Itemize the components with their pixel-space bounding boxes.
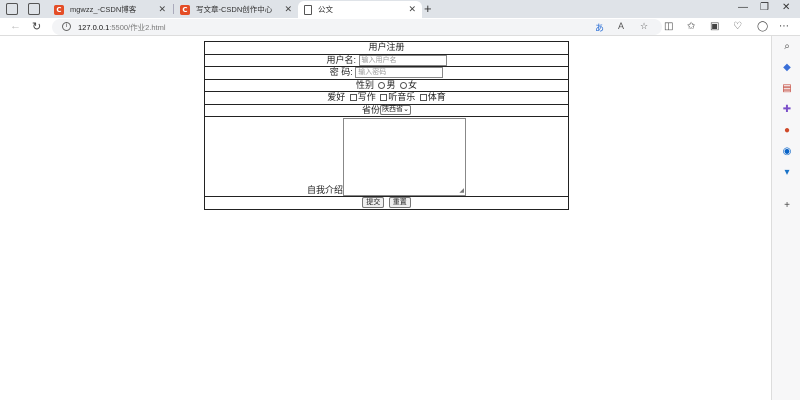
intro-textarea[interactable]: ◢ [343,118,466,196]
translate-icon[interactable]: あ [595,21,604,34]
add-icon[interactable]: + [781,200,793,212]
toolbox-icon[interactable]: ▤ [781,83,793,95]
form-row: 密 码: 输入密码 [204,66,569,80]
csdn-favicon-icon: C [54,4,64,15]
password-input[interactable]: 输入密码 [355,67,444,79]
page-content: 用户注册 用户名: 输入用户名 密 码: 输入密码 性别 男 女 爱好 写作 听… [0,37,771,400]
tools-icon[interactable]: ▾ [781,167,793,179]
form-title: 用户注册 [204,41,569,55]
read-aloud-icon[interactable]: A [618,21,624,31]
form-row: 性别 男 女 [204,78,569,92]
gender-female-radio[interactable] [400,81,408,89]
favorite-star-icon[interactable]: ☆ [640,21,648,32]
url-text[interactable]: 127.0.0.1:5500/作业2.html [78,22,166,33]
split-screen-icon[interactable]: ◫ [664,21,673,32]
more-menu-icon[interactable]: ⋯ [779,21,789,32]
minimize-icon[interactable]: — [738,2,748,13]
title-bar: C mgwzz_-CSDN博客 ✕ C 写文章-CSDN创作中心 ✕ 公文 ✕ … [0,0,800,18]
submit-button[interactable]: 提交 [362,197,385,209]
games-icon[interactable]: ✚ [781,104,793,116]
hobby-writing-checkbox[interactable] [349,94,357,102]
profile-icon[interactable]: ◯ [757,21,768,32]
hobby-sports-label: 体育 [427,92,446,103]
province-label: 省份 [362,104,381,115]
chevron-down-icon: ⌄ [403,106,409,114]
form-row: 用户名: 输入用户名 [204,53,569,67]
tab-title: 公文 [318,5,333,14]
refresh-icon[interactable]: ↻ [32,20,41,33]
address-bar[interactable]: i 127.0.0.1:5500/作业2.html あ A ☆ [52,19,662,35]
form-row: 省份 陕西省⌄ [204,103,569,117]
office-icon[interactable]: ● [781,125,793,137]
form-row: 爱好 写作 听音乐 体育 [204,91,569,105]
outlook-icon[interactable]: ◉ [781,146,793,158]
csdn-favicon-icon: C [180,4,190,15]
search-icon[interactable]: ⌕ [781,41,793,53]
browser-essentials-icon[interactable]: ♡ [733,21,742,32]
edge-sidebar: ⌕ ◆ ▤ ✚ ● ◉ ▾ + [771,36,800,400]
tab-csdn-blog[interactable]: C mgwzz_-CSDN博客 ✕ [48,1,172,18]
province-select[interactable]: 陕西省⌄ [380,105,411,116]
hobby-sports-checkbox[interactable] [419,94,427,102]
back-icon[interactable]: ← [10,20,21,32]
resize-grip-icon[interactable]: ◢ [459,188,464,194]
close-window-icon[interactable]: ✕ [782,2,790,13]
gender-male-label: 男 [386,79,396,90]
close-icon[interactable]: ✕ [158,4,166,15]
intro-label: 自我介绍 [306,185,343,195]
form-row: 自我介绍 ◢ [204,116,569,197]
collections-icon[interactable]: ▣ [710,21,719,32]
tag-icon[interactable]: ◆ [781,62,793,74]
tab-active-document[interactable]: 公文 ✕ [298,1,422,18]
hobby-label: 爱好 [327,92,346,103]
close-icon[interactable]: ✕ [408,4,416,15]
province-selected-value: 陕西省 [382,106,404,114]
tab-csdn-editor[interactable]: C 写文章-CSDN创作中心 ✕ [174,1,298,18]
form-row: 提交 重置 [204,196,569,210]
hobby-music-checkbox[interactable] [380,94,388,102]
gender-male-radio[interactable] [378,81,386,89]
gender-female-label: 女 [408,79,418,90]
tab-title: 写文章-CSDN创作中心 [196,5,273,14]
tab-actions-icon[interactable] [28,3,40,15]
hobby-music-label: 听音乐 [388,92,416,103]
username-label: 用户名: [326,54,356,65]
tab-title: mgwzz_-CSDN博客 [70,5,137,14]
username-input[interactable]: 输入用户名 [358,54,447,66]
registration-form: 用户注册 用户名: 输入用户名 密 码: 输入密码 性别 男 女 爱好 写作 听… [204,41,569,210]
favorites-icon[interactable]: ✩ [687,21,695,32]
restore-icon[interactable]: ❐ [760,2,769,13]
form-row: 用户注册 [204,41,569,55]
password-label: 密 码: [329,67,353,78]
site-info-icon[interactable]: i [62,22,71,31]
navigation-bar: ← ↻ i 127.0.0.1:5500/作业2.html あ A ☆ [0,18,800,36]
workspaces-icon[interactable] [6,3,18,15]
hobby-writing-label: 写作 [357,92,376,103]
gender-label: 性别 [355,79,374,90]
reset-button[interactable]: 重置 [388,197,411,209]
document-icon [304,4,312,15]
new-tab-button[interactable]: + [424,1,432,16]
close-icon[interactable]: ✕ [284,4,292,15]
